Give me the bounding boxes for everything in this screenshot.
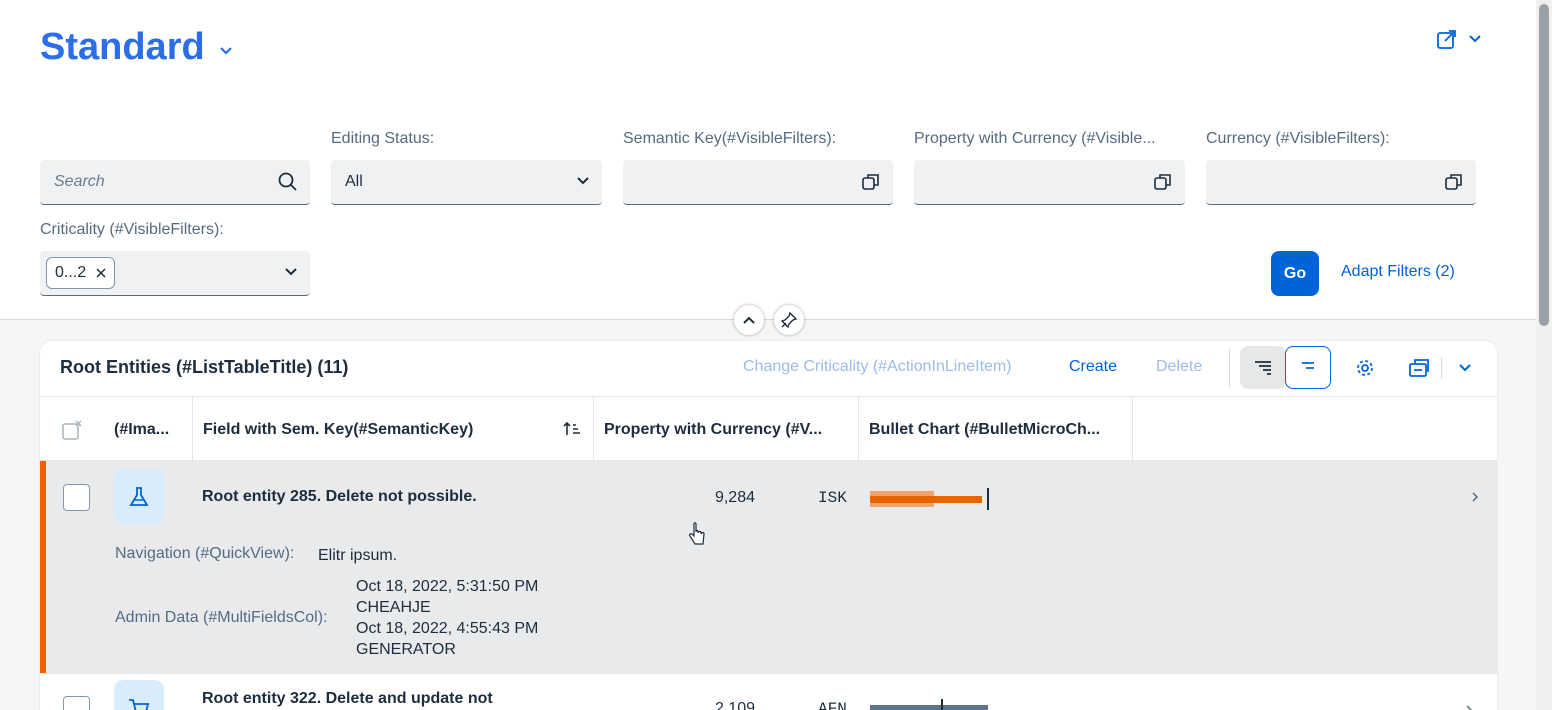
export-icon [1409,359,1429,377]
variant-title-text: Standard [40,26,205,68]
sort-button[interactable] [1240,346,1286,389]
variant-title[interactable]: Standard [40,26,233,69]
search-input[interactable]: Search [40,160,310,205]
sort-ascending-icon [563,421,580,435]
currency-label: Currency (#VisibleFilters): [1206,130,1390,147]
currency-field[interactable] [1206,160,1476,205]
navigation-link[interactable]: Elitr ipsum. [318,545,397,566]
deselect-all-icon [62,419,82,440]
criticality-label: Criticality (#VisibleFilters): [40,221,224,238]
semantic-key-field[interactable] [623,160,893,205]
row-currency: ISK [818,489,847,507]
semantic-key-label: Semantic Key(#VisibleFilters): [623,130,837,147]
column-header-semantic-key[interactable]: Field with Sem. Key(#SemanticKey) [193,397,594,462]
collapse-header-button[interactable] [734,305,764,335]
select-all-cell[interactable] [40,397,104,462]
export-menu-button[interactable] [1450,349,1480,387]
table-title: Root Entities (#ListTableTitle) (11) [60,357,349,377]
admin-created-at: Oct 18, 2022, 5:31:50 PM [356,578,539,595]
admin-data-label: Admin Data (#MultiFieldsCol): [115,609,328,626]
chevron-down-icon [1469,35,1481,43]
row-title: Root entity 285. Delete not possible. [202,488,477,505]
group-icon [1302,361,1314,369]
adapt-filters-button[interactable]: Adapt Filters (2) [1341,263,1455,281]
row-checkbox[interactable] [63,696,90,710]
flask-icon [129,486,149,506]
bullet-chart-actual-bar [870,705,988,710]
column-header-row: (#Ima... Field with Sem. Key(#SemanticKe… [40,396,1497,462]
column-header-image[interactable]: (#Ima... [104,397,193,462]
row-checkbox[interactable] [63,484,90,511]
table-row[interactable]: Root entity 285. Delete not possible. 9,… [40,461,1497,673]
root-entities-table: Root Entities (#ListTableTitle) (11) Cha… [40,341,1497,710]
criticality-token[interactable]: 0...2 [46,257,116,289]
value-help-icon[interactable] [861,172,881,192]
bullet-chart-target-marker [941,699,943,710]
toolbar-separator [1441,357,1442,379]
gear-icon [1357,360,1373,376]
search-placeholder: Search [54,173,105,190]
sort-icon [1255,360,1271,375]
export-button[interactable] [1404,349,1434,387]
admin-changed-at: Oct 18, 2022, 4:55:43 PM [356,620,539,637]
filter-header: Standard Search Editing Status: All Sema… [0,0,1536,320]
chevron-down-icon [219,46,232,55]
chevron-down-icon [577,177,589,185]
editing-status-select[interactable]: All [331,160,602,205]
bullet-chart [870,488,1000,510]
bullet-chart [870,699,990,710]
scrollbar-thumb[interactable] [1539,4,1549,326]
editing-status-label: Editing Status: [331,130,435,147]
avatar [114,469,164,524]
cart-icon [129,698,150,710]
bullet-chart-actual-bar [870,496,982,503]
chevron-down-icon [1459,364,1471,372]
group-button[interactable] [1285,346,1331,389]
column-header-semantic-key-label: Field with Sem. Key(#SemanticKey) [203,420,474,438]
pin-header-button[interactable] [774,305,804,335]
search-icon [278,172,297,191]
chevron-up-icon [743,316,755,324]
property-currency-field[interactable] [914,160,1185,205]
row-amount: 9,284 [714,489,755,506]
criticality-multi-input[interactable]: 0...2 [40,251,310,296]
unpin-icon [780,311,798,329]
go-button[interactable]: Go [1271,251,1319,296]
column-header-property-currency[interactable]: Property with Currency (#V... [594,397,859,462]
property-currency-label: Property with Currency (#Visible... [914,130,1156,147]
editing-status-value: All [345,173,363,190]
share-icon [1437,30,1456,49]
column-header-bullet-chart[interactable]: Bullet Chart (#BulletMicroCh... [859,397,1133,462]
bullet-chart-target-marker [987,488,989,510]
settings-button[interactable] [1350,349,1380,387]
row-currency: AFN [818,700,847,710]
criticality-token-text: 0...2 [55,264,87,281]
table-row[interactable]: Root entity 322. Delete and update not 2… [40,673,1497,710]
delete-button[interactable]: Delete [1156,358,1202,376]
create-button[interactable]: Create [1069,358,1117,376]
avatar [114,680,164,710]
share-button[interactable] [1436,28,1482,50]
admin-changed-by: GENERATOR [356,641,456,658]
toolbar-separator [1229,349,1230,387]
admin-created-by: CHEAHJE [356,599,431,616]
value-help-icon[interactable] [1444,172,1464,192]
row-amount: 2,109 [714,700,755,710]
change-criticality-button[interactable]: Change Criticality (#ActionInLineItem) [743,358,1012,376]
chevron-right-icon[interactable] [1465,704,1473,710]
value-help-icon[interactable] [1153,172,1173,192]
navigation-label: Navigation (#QuickView): [115,545,295,562]
chevron-right-icon[interactable] [1471,491,1479,503]
row-title: Root entity 322. Delete and update not [202,690,493,707]
close-icon[interactable] [96,268,106,278]
chevron-down-icon [285,268,297,276]
hand-cursor-icon [689,522,705,545]
